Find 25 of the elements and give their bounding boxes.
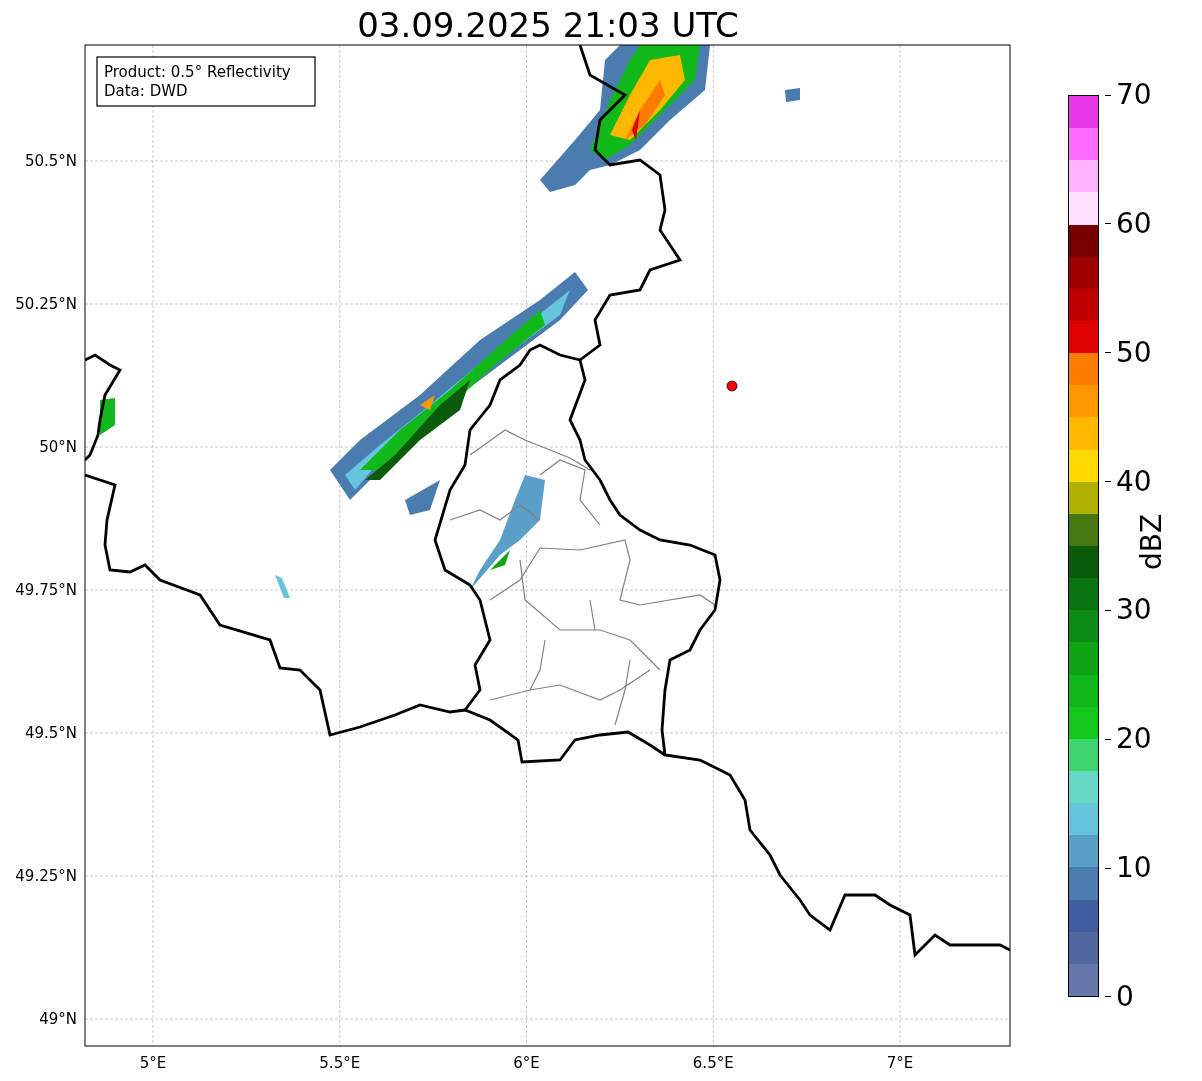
longitude-label: 5.5°E (319, 1054, 361, 1072)
latitude-label: 49.25°N (15, 867, 77, 885)
colorbar-label: dBZ (1134, 513, 1169, 571)
info-text: Product: 0.5° Reflectivity (104, 63, 291, 81)
latitude-label: 50°N (39, 438, 77, 456)
longitude-label: 6.5°E (692, 1054, 734, 1072)
latitude-label: 50.25°N (15, 295, 77, 313)
longitude-label: 7°E (886, 1054, 914, 1072)
colorbar-tick-label: 60 (1116, 206, 1152, 241)
colorbar-tick-label: 0 (1116, 979, 1134, 1014)
info-text: Data: DWD (104, 82, 188, 100)
colorbar-tick-label: 50 (1116, 335, 1152, 370)
colorbar-tick-label: 70 (1116, 78, 1152, 112)
latitude-label: 49.75°N (15, 581, 77, 599)
colorbar-tick-label: 30 (1116, 593, 1152, 628)
longitude-label: 6°E (513, 1054, 540, 1072)
colorbar-tick-label: 10 (1116, 851, 1152, 886)
colorbar-tick-label: 40 (1116, 464, 1152, 499)
chart-title: 03.09.2025 21:03 UTC (357, 5, 739, 45)
latitude-label: 49.5°N (24, 724, 77, 742)
latitude-label: 49°N (39, 1010, 77, 1028)
latitude-label: 50.5°N (24, 152, 77, 170)
colorbar-tick-label: 20 (1116, 722, 1152, 757)
longitude-label: 5°E (139, 1054, 167, 1072)
location-marker (726, 380, 738, 392)
